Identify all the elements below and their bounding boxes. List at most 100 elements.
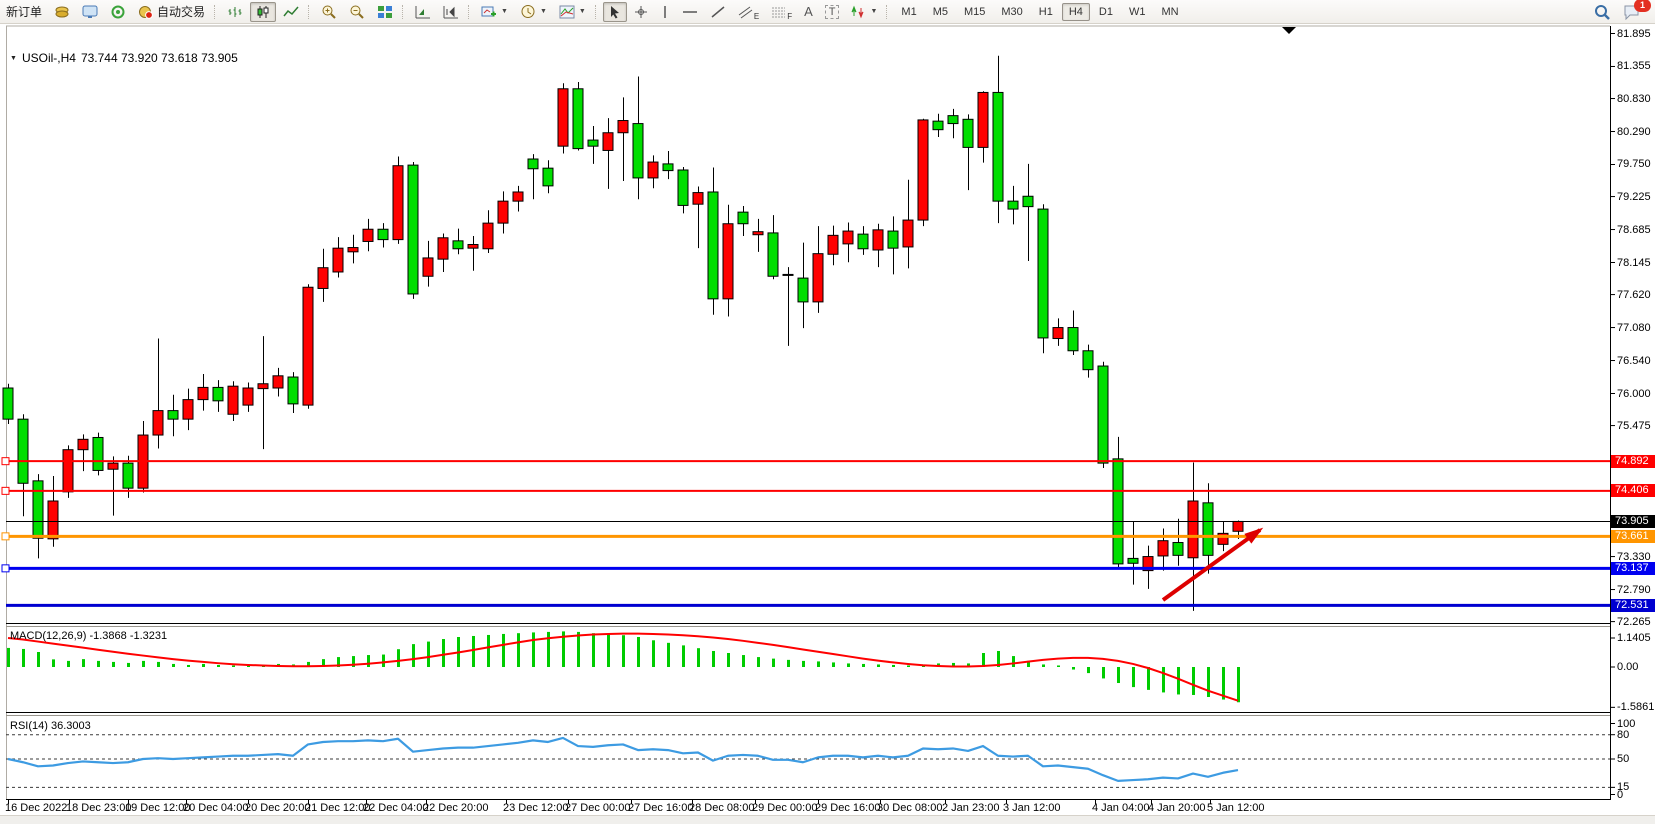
- signal-icon: [110, 5, 126, 19]
- timeframe-button-M5[interactable]: M5: [926, 3, 955, 21]
- rsi-axis-label: 0: [1617, 789, 1623, 801]
- bar-chart-button[interactable]: [222, 2, 248, 22]
- vertical-line-icon: [660, 5, 670, 19]
- price-axis-label: 76.000: [1617, 388, 1651, 400]
- rsi-axis-label: 80: [1617, 729, 1629, 741]
- time-axis-label: 18 Dec 23:00: [66, 802, 131, 814]
- level-lines: [2, 458, 1610, 606]
- price-axis-label: 78.145: [1617, 257, 1651, 269]
- text-label-letter: T: [825, 5, 840, 19]
- level-price-badge: 73.137: [1611, 562, 1655, 575]
- chart-title-collapse-icon[interactable]: ▼: [10, 55, 17, 62]
- time-axis-label: 29 Dec 16:00: [815, 802, 880, 814]
- candles-layer: [3, 56, 1243, 611]
- toolbar-group-zoom: [315, 0, 399, 23]
- zoom-in-button[interactable]: [316, 2, 342, 22]
- time-axis-label: 22 Dec 20:00: [423, 802, 488, 814]
- toolbar-grip: [402, 5, 405, 19]
- auto-scroll-button[interactable]: [410, 2, 436, 22]
- new-order-label: 新订单: [6, 3, 42, 20]
- timeframe-button-D1[interactable]: D1: [1092, 3, 1120, 21]
- price-axis-label: 76.540: [1617, 355, 1651, 367]
- level-price-badge: 74.406: [1611, 484, 1655, 497]
- chart-symbol-period: USOil-,H4: [22, 51, 76, 65]
- axis-ticks: [9, 34, 1616, 805]
- zoom-in-icon: [321, 4, 337, 19]
- new-chart-button[interactable]: ▼: [476, 2, 513, 22]
- data-window-button[interactable]: [105, 2, 131, 22]
- time-axis-label: 22 Dec 04:00: [363, 802, 428, 814]
- new-order-button[interactable]: 新订单: [1, 2, 47, 22]
- line-chart-icon: [283, 5, 299, 19]
- vertical-line-tool-button[interactable]: [655, 2, 675, 22]
- cursor-tool-button[interactable]: [603, 2, 627, 22]
- time-axis-label: 16 Dec 2022: [5, 802, 67, 814]
- auto-trading-button[interactable]: 自动交易: [133, 2, 210, 22]
- rsi-layer: [6, 735, 1610, 788]
- profiles-button[interactable]: ▼: [515, 2, 552, 22]
- price-axis-label: 79.225: [1617, 191, 1651, 203]
- level-price-badge: 73.905: [1611, 515, 1655, 528]
- candlestick-chart-icon: [255, 5, 271, 19]
- macd-axis-label: 0.00: [1617, 661, 1638, 673]
- annotations: [1163, 27, 1296, 600]
- timeframe-button-H4[interactable]: H4: [1062, 3, 1090, 21]
- bar-chart-icon: [227, 5, 243, 19]
- text-tool-letter: A: [804, 4, 813, 19]
- timeframe-button-M1[interactable]: M1: [894, 3, 923, 21]
- navigator-button[interactable]: [77, 2, 103, 22]
- indicators-button[interactable]: ▼: [554, 2, 591, 22]
- horizontal-line-tool-button[interactable]: [677, 2, 703, 22]
- chart-shift-button[interactable]: [438, 2, 464, 22]
- price-axis-label: 80.830: [1617, 93, 1651, 105]
- level-price-badge: 74.892: [1611, 455, 1655, 468]
- search-button[interactable]: [1589, 2, 1616, 22]
- crosshair-tool-button[interactable]: [629, 2, 653, 22]
- fibonacci-tool-button[interactable]: F: [766, 2, 797, 22]
- time-axis-label: 29 Dec 00:00: [752, 802, 817, 814]
- timeframe-button-M15[interactable]: M15: [957, 3, 992, 21]
- fibonacci-icon: [771, 5, 786, 19]
- text-tool-button[interactable]: A: [799, 2, 818, 22]
- notification-badge: 1: [1634, 0, 1651, 12]
- timeframe-button-M30[interactable]: M30: [994, 3, 1029, 21]
- candlestick-chart-button[interactable]: [250, 2, 276, 22]
- price-axis-label: 77.620: [1617, 289, 1651, 301]
- fibonacci-letter: F: [787, 12, 792, 21]
- toolbar-group-objects: ▼ ▼ ▼: [475, 0, 592, 23]
- price-axis-label: 81.355: [1617, 60, 1651, 72]
- time-axis-label: 5 Jan 12:00: [1207, 802, 1265, 814]
- line-chart-button[interactable]: [278, 2, 304, 22]
- macd-axis-label: -1.5861: [1617, 701, 1654, 713]
- text-label-tool-button[interactable]: T: [820, 2, 845, 22]
- zoom-out-button[interactable]: [344, 2, 370, 22]
- chart-window[interactable]: ▼ USOil-,H4 73.744 73.920 73.618 73.905 …: [0, 23, 1655, 825]
- price-axis-label: 79.750: [1617, 158, 1651, 170]
- level-price-badge: 73.661: [1611, 530, 1655, 543]
- market-watch-button[interactable]: [49, 2, 75, 22]
- time-axis-label: 21 Dec 12:00: [305, 802, 370, 814]
- cursor-icon: [608, 5, 622, 19]
- trendline-tool-button[interactable]: [705, 2, 731, 22]
- channel-tool-button[interactable]: E: [733, 2, 764, 22]
- time-axis-label: 23 Dec 12:00: [503, 802, 568, 814]
- gold-coins-icon: [54, 5, 70, 19]
- timeframe-button-MN[interactable]: MN: [1154, 3, 1185, 21]
- indicators-icon: [559, 5, 575, 19]
- auto-trading-icon: [138, 5, 154, 19]
- timeframe-button-H1[interactable]: H1: [1032, 3, 1060, 21]
- tile-windows-button[interactable]: [372, 2, 398, 22]
- pane-borders: [6, 26, 1611, 800]
- equidistant-channel-icon: [738, 5, 753, 19]
- notifications-button[interactable]: 1: [1618, 2, 1646, 22]
- dropdown-arrow-icon: ▼: [501, 8, 508, 15]
- arrows-tool-button[interactable]: ▼: [846, 2, 882, 22]
- timeframe-buttons: M1M5M15M30H1H4D1W1MN: [893, 0, 1186, 23]
- toolbar-group-trade: 新订单 自动交易: [0, 0, 211, 23]
- toolbar: 新订单 自动交易: [0, 0, 1655, 24]
- tile-windows-icon: [377, 5, 393, 19]
- time-axis-label: 27 Dec 16:00: [628, 802, 693, 814]
- timeframe-button-W1[interactable]: W1: [1122, 3, 1153, 21]
- toolbar-grip: [308, 5, 311, 19]
- time-axis-label: 27 Dec 00:00: [565, 802, 630, 814]
